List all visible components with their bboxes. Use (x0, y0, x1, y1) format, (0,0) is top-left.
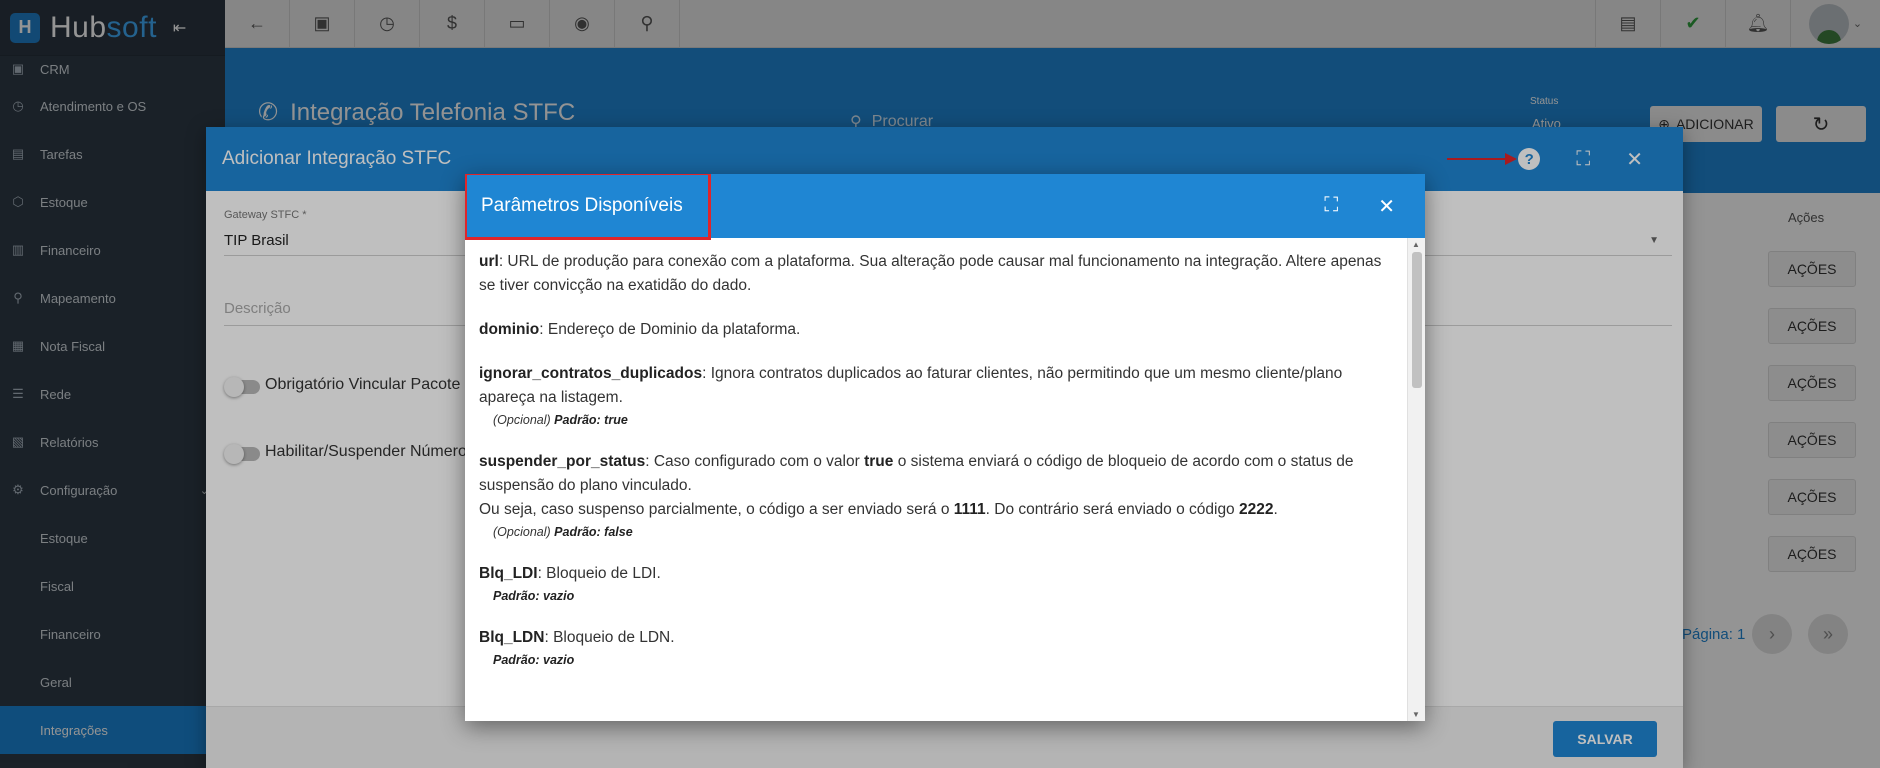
param-optional: (Opcional) (493, 413, 551, 427)
param-blq-ldi: Blq_LDI: Bloqueio de LDI. Padrão: vazio (479, 562, 1393, 606)
parameters-scrollbar[interactable]: ▲ ▼ (1407, 238, 1425, 721)
param-desc: . (1273, 501, 1278, 518)
param-name: Blq_LDI (479, 565, 538, 582)
param-desc: : Endereço de Dominio da plataforma. (539, 321, 801, 338)
parameters-modal: Parâmetros Disponíveis ⛶ ✕ url: URL de p… (465, 174, 1425, 721)
param-desc: . Do contrário será enviado o código (985, 501, 1239, 518)
param-note: Padrão: vazio (479, 650, 1393, 670)
param-desc: Ou seja, caso suspenso parcialmente, o c… (479, 501, 954, 518)
param-code: 2222 (1239, 501, 1274, 518)
param-default: Padrão: vazio (493, 589, 575, 603)
param-value: true (864, 453, 894, 470)
param-name: ignorar_contratos_duplicados (479, 365, 703, 382)
param-url: url: URL de produção para conexão com a … (479, 250, 1393, 298)
param-desc: : Bloqueio de LDI. (537, 565, 661, 582)
param-name: url (479, 253, 499, 270)
param-ignorar: ignorar_contratos_duplicados: Ignora con… (479, 362, 1393, 430)
param-desc: : Caso configurado com o valor (645, 453, 865, 470)
param-name: dominio (479, 321, 540, 338)
fullscreen-icon[interactable]: ⛶ (1324, 194, 1338, 219)
close-icon[interactable]: ✕ (1378, 194, 1395, 219)
parameters-header-actions: ⛶ ✕ (1324, 194, 1425, 219)
param-note: (Opcional) Padrão: true (479, 410, 1393, 430)
param-default: Padrão: vazio (493, 653, 575, 667)
param-optional: (Opcional) (493, 525, 551, 539)
scroll-down-icon[interactable]: ▼ (1412, 710, 1420, 719)
param-code: 1111 (953, 501, 986, 518)
parameters-body: url: URL de produção para conexão com a … (465, 238, 1407, 721)
param-note: Padrão: vazio (479, 586, 1393, 606)
param-suspender: suspender_por_status: Caso configurado c… (479, 450, 1393, 542)
scrollbar-thumb[interactable] (1412, 252, 1422, 388)
param-name: Blq_LDN (479, 629, 545, 646)
param-default: Padrão: true (554, 413, 628, 427)
param-default: Padrão: false (554, 525, 633, 539)
param-dominio: dominio: Endereço de Dominio da platafor… (479, 318, 1393, 342)
scroll-up-icon[interactable]: ▲ (1412, 240, 1420, 249)
param-name: suspender_por_status (479, 453, 646, 470)
param-desc: : URL de produção para conexão com a pla… (479, 253, 1382, 294)
param-desc: : Bloqueio de LDN. (544, 629, 675, 646)
param-blq-ldn: Blq_LDN: Bloqueio de LDN. Padrão: vazio (479, 626, 1393, 670)
parameters-header: Parâmetros Disponíveis ⛶ ✕ (465, 174, 1425, 240)
highlight-box (465, 174, 711, 240)
param-note: (Opcional) Padrão: false (479, 522, 1393, 542)
